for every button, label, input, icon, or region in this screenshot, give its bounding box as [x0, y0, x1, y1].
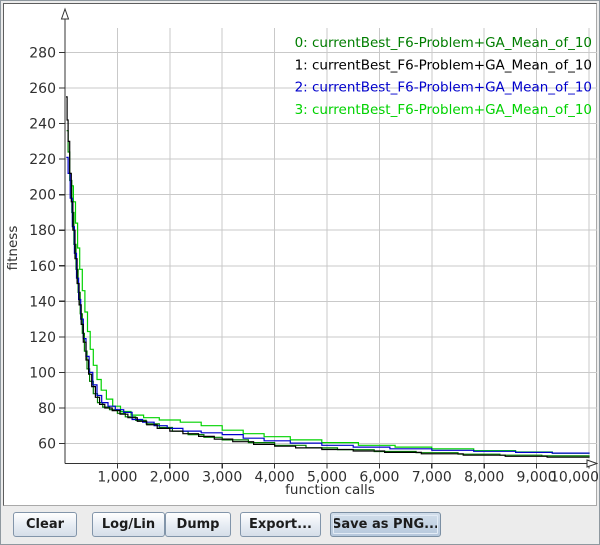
y-tick-label: 180	[29, 223, 56, 239]
y-tick-label: 140	[29, 294, 56, 310]
toolbar: Clear Log/Lin Dump Export... Save as PNG…	[3, 508, 599, 544]
y-tick-label: 260	[29, 81, 56, 97]
x-tick-label: 7,000	[412, 470, 452, 486]
legend-entry-0: 0: currentBest_F6-Problem+GA_Mean_of_10	[295, 35, 592, 51]
legend-entry-1: 1: currentBest_F6-Problem+GA_Mean_of_10	[295, 57, 592, 73]
y-tick-label: 120	[29, 330, 56, 346]
fitness-chart: 60 80 100 120 140 160 180 200 220 240 260 280 1,000 2…	[4, 4, 598, 505]
clear-button[interactable]: Clear	[13, 512, 77, 537]
x-tick-label: 3,000	[202, 470, 242, 486]
x-tick-label: 2,000	[150, 470, 190, 486]
x-tick-label: 10,000	[550, 470, 598, 486]
y-tick-label: 200	[29, 188, 56, 204]
y-tick-label: 240	[29, 117, 56, 133]
y-tick-label: 160	[29, 259, 56, 275]
x-axis-title: function calls	[285, 482, 375, 498]
y-tick-label: 60	[38, 437, 56, 453]
y-tick-label: 100	[29, 365, 56, 381]
export-button[interactable]: Export...	[240, 512, 321, 537]
y-tick-label: 80	[38, 401, 56, 417]
y-tick-label: 280	[29, 46, 56, 62]
plot-panel: 60 80 100 120 140 160 180 200 220 240 260 280 1,000 2…	[3, 3, 597, 506]
series-line-2	[66, 157, 589, 453]
x-tick-label: 8,000	[464, 470, 504, 486]
save-as-png-button[interactable]: Save as PNG...	[330, 512, 441, 537]
plot-window: 60 80 100 120 140 160 180 200 220 240 260 280 1,000 2…	[0, 0, 600, 545]
x-axis-arrow	[587, 460, 597, 467]
y-axis-title: fitness	[5, 226, 21, 271]
legend-entry-2: 2: currentBest_F6-Problem+GA_Mean_of_10	[295, 80, 592, 96]
y-axis-arrow	[62, 9, 69, 19]
x-tick-label: 1,000	[97, 470, 137, 486]
series-line-3	[71, 186, 589, 454]
log-lin-button[interactable]: Log/Lin	[92, 512, 165, 537]
y-tick-label: 220	[29, 152, 56, 168]
legend-entry-3: 3: currentBest_F6-Problem+GA_Mean_of_10	[295, 102, 592, 118]
dump-button[interactable]: Dump	[165, 512, 231, 537]
